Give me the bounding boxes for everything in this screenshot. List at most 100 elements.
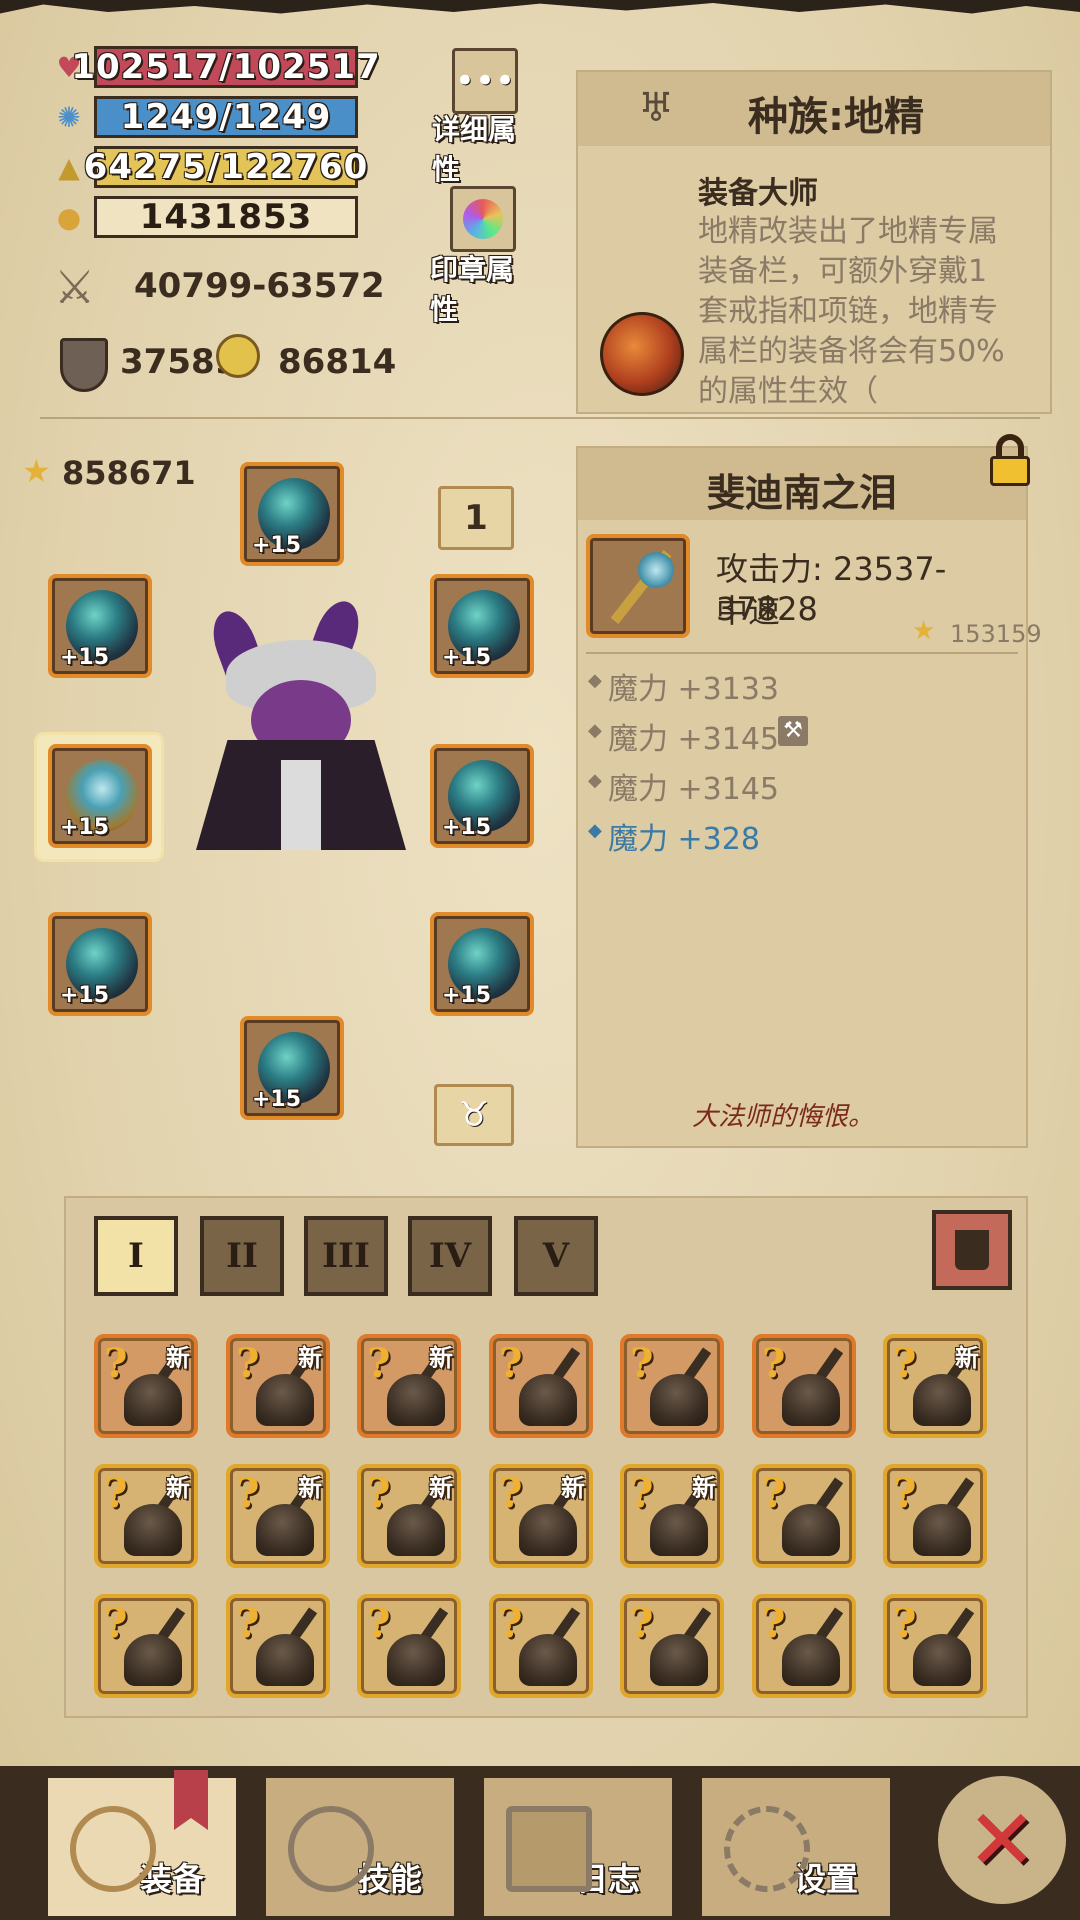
unknown-item-icon: ? (630, 1600, 654, 1647)
dots-icon: ••• (452, 48, 518, 114)
unknown-item-icon: ? (236, 1600, 260, 1647)
helmet-icon (782, 1634, 840, 1686)
item-panel: 斐迪南之泪 攻击力: 23537-37828 中速 ★ 153159 ◆ 魔力 … (576, 446, 1042, 1148)
inventory-slot[interactable]: ? (620, 1334, 724, 1438)
inventory-slot[interactable]: ? 新 (94, 1334, 198, 1438)
lock-icon[interactable] (986, 434, 1034, 486)
inventory-slot[interactable]: ? 新 (489, 1464, 593, 1568)
tab-5[interactable]: V (514, 1216, 598, 1296)
pet-button[interactable]: ♉ (434, 1084, 514, 1146)
item-name: 斐迪南之泪 (706, 471, 897, 515)
hammer-icon: ⚒ (778, 716, 808, 746)
unknown-item-icon: ? (236, 1470, 260, 1517)
inventory-slot[interactable]: ? (226, 1594, 330, 1698)
new-badge: 新 (429, 1344, 453, 1372)
nav-skills[interactable]: 技能 (262, 1774, 458, 1920)
trash-icon (955, 1230, 989, 1270)
inventory-slot[interactable]: ? 新 (357, 1334, 461, 1438)
nav-equip[interactable]: 装备 (44, 1770, 240, 1920)
unknown-item-icon: ? (367, 1340, 391, 1387)
unknown-item-icon: ? (762, 1470, 786, 1517)
equip-slot-gloves[interactable]: +15 (48, 574, 152, 678)
inventory-slot[interactable]: ? (752, 1594, 856, 1698)
race-skill-name: 装备大师 (698, 176, 818, 211)
mana-icon: ✺ (57, 100, 81, 134)
equip-slot-weapon[interactable]: +15 (48, 744, 152, 848)
horned-helm-icon: ♅ (638, 85, 674, 131)
inventory-slot[interactable]: ? 新 (883, 1334, 987, 1438)
helmet-icon (387, 1374, 445, 1426)
unknown-item-icon: ? (630, 1340, 654, 1387)
trash-button[interactable] (932, 1210, 1012, 1290)
helmet-icon (387, 1634, 445, 1686)
nav-log[interactable]: 日志 (480, 1774, 676, 1920)
pet-helm-icon: ♉ (458, 1095, 490, 1135)
unknown-item-icon: ? (367, 1470, 391, 1517)
inventory-slot[interactable]: ? (357, 1594, 461, 1698)
mp-bar: 1249/1249 (94, 96, 358, 138)
inventory-slot[interactable]: ? 新 (226, 1464, 330, 1568)
item-flavor: 大法师的悔恨。 (692, 1102, 875, 1132)
unknown-item-icon: ? (499, 1600, 523, 1647)
helmet-icon (650, 1504, 708, 1556)
gear-master-icon (600, 312, 684, 396)
gold-bar: 1431853 (94, 196, 358, 238)
inventory-slot[interactable]: ? (94, 1594, 198, 1698)
equip-slot-armor[interactable]: +15 (430, 744, 534, 848)
inventory-slot[interactable]: ? 新 (620, 1464, 724, 1568)
magic-staff-icon (216, 334, 260, 378)
item-star-icon: ★ (912, 616, 936, 646)
inventory-slot[interactable]: ? (489, 1594, 593, 1698)
inventory-slot[interactable]: ? 新 (94, 1464, 198, 1568)
unknown-item-icon: ? (104, 1340, 128, 1387)
item-score: 153159 (950, 620, 1042, 648)
tab-1[interactable]: I (94, 1216, 178, 1296)
inventory-slot[interactable]: ? (489, 1334, 593, 1438)
helmet-icon (256, 1374, 314, 1426)
seal-attrs-button[interactable]: 印章属性 (430, 184, 540, 326)
unknown-item-icon: ? (630, 1470, 654, 1517)
equip-slot-bracer[interactable]: +15 (48, 912, 152, 1016)
tab-3[interactable]: III (304, 1216, 388, 1296)
bookmark-icon (174, 1770, 208, 1830)
gear-icon (724, 1806, 810, 1892)
equip-slot-necklace[interactable]: +15 (430, 574, 534, 678)
equip-slot-ring[interactable]: +15 (430, 912, 534, 1016)
close-button[interactable]: ✕ (932, 1770, 1072, 1910)
item-attr-4: 魔力 +328 (608, 822, 760, 857)
book-icon (506, 1806, 592, 1892)
unknown-item-icon: ? (104, 1600, 128, 1647)
inventory-slot[interactable]: ? (883, 1594, 987, 1698)
close-icon: ✕ (966, 1791, 1038, 1889)
unknown-item-icon: ? (762, 1340, 786, 1387)
unknown-item-icon: ? (762, 1600, 786, 1647)
helmet-icon (782, 1374, 840, 1426)
unknown-item-icon: ? (104, 1470, 128, 1517)
exp-icon: ▲ (58, 150, 80, 184)
hero-character[interactable] (196, 595, 406, 880)
race-panel: ♅ 种族:地精 装备大师 地精改装出了地精专属装备栏，可额外穿戴1套戒指和项链，… (576, 70, 1052, 414)
helmet-icon (124, 1374, 182, 1426)
inventory-slot[interactable]: ? 新 (226, 1334, 330, 1438)
inventory-slot[interactable]: ? (883, 1464, 987, 1568)
equip-slot-helmet[interactable]: +15 (240, 462, 344, 566)
tab-2[interactable]: II (200, 1216, 284, 1296)
shield-icon (60, 338, 108, 392)
inventory-slot[interactable]: ? (752, 1464, 856, 1568)
loadout-page-button[interactable]: 1 (438, 486, 514, 550)
detail-attrs-button[interactable]: ••• 详细属性 (430, 46, 540, 186)
helmet-icon (650, 1634, 708, 1686)
inventory-slot[interactable]: ? (752, 1334, 856, 1438)
nav-settings[interactable]: 设置 (698, 1774, 894, 1920)
equip-slot-boots[interactable]: +15 (240, 1016, 344, 1120)
tab-4[interactable]: IV (408, 1216, 492, 1296)
race-title: 种族:地精 (748, 94, 924, 140)
divider (40, 417, 1040, 419)
exp-fill-overlay (94, 146, 304, 188)
unknown-item-icon: ? (499, 1340, 523, 1387)
inventory-slot[interactable]: ? (620, 1594, 724, 1698)
new-badge: 新 (561, 1474, 585, 1502)
helmet-icon (256, 1504, 314, 1556)
inventory-slot[interactable]: ? 新 (357, 1464, 461, 1568)
helmet-icon (387, 1504, 445, 1556)
